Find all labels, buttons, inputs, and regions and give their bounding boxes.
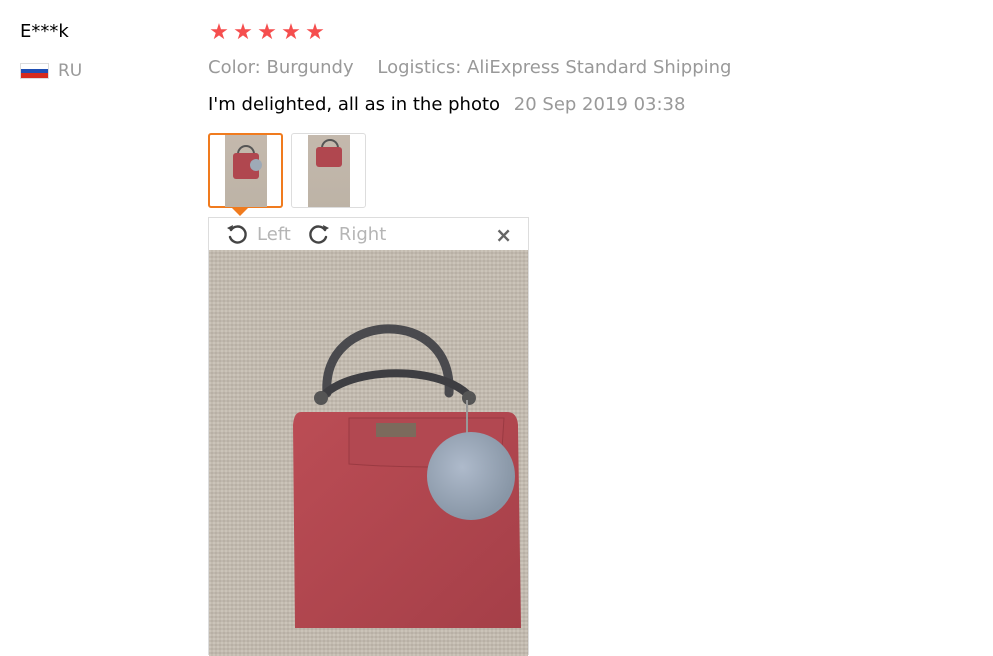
star-icon: ★ bbox=[233, 20, 253, 45]
review-text: I'm delighted, all as in the photo bbox=[208, 94, 501, 115]
star-icon: ★ bbox=[305, 20, 325, 45]
thumbnail-1[interactable] bbox=[208, 133, 283, 208]
star-icon: ★ bbox=[257, 20, 277, 45]
thumbnail-strip bbox=[208, 133, 366, 208]
rotate-left-label: Left bbox=[257, 223, 291, 245]
rotate-right-button[interactable]: Right bbox=[307, 222, 386, 246]
reviewer-name: E***k bbox=[20, 21, 69, 42]
rotate-right-label: Right bbox=[338, 223, 387, 245]
viewer-toolbar: Left Right × bbox=[209, 218, 528, 250]
review-photo bbox=[209, 250, 528, 656]
review-date: 20 Sep 2019 03:38 bbox=[513, 94, 686, 115]
thumbnail-2[interactable] bbox=[291, 133, 366, 208]
close-icon[interactable]: × bbox=[495, 223, 512, 247]
star-rating: ★ ★ ★ ★ ★ bbox=[208, 21, 326, 45]
product-color: Color: Burgundy bbox=[208, 57, 354, 78]
rotate-left-icon bbox=[227, 225, 247, 244]
bag-thumbnail bbox=[307, 134, 350, 207]
logistics-info: Logistics: AliExpress Standard Shipping bbox=[377, 57, 732, 78]
star-icon: ★ bbox=[209, 20, 229, 45]
handbag-photo-illustration bbox=[293, 324, 521, 628]
review-meta: Color: Burgundy Logistics: AliExpress St… bbox=[208, 56, 731, 80]
image-viewer: Left Right × bbox=[208, 217, 529, 656]
reviewer-country: RU bbox=[20, 59, 82, 83]
rotate-right-icon bbox=[309, 225, 329, 244]
country-code: RU bbox=[58, 61, 83, 81]
active-thumbnail-pointer bbox=[231, 207, 249, 216]
bag-thumbnail bbox=[224, 134, 267, 207]
rotate-left-button[interactable]: Left bbox=[225, 222, 291, 246]
review-body: I'm delighted, all as in the photo 20 Se… bbox=[208, 93, 685, 117]
russia-flag-icon bbox=[20, 63, 49, 79]
star-icon: ★ bbox=[281, 20, 301, 45]
